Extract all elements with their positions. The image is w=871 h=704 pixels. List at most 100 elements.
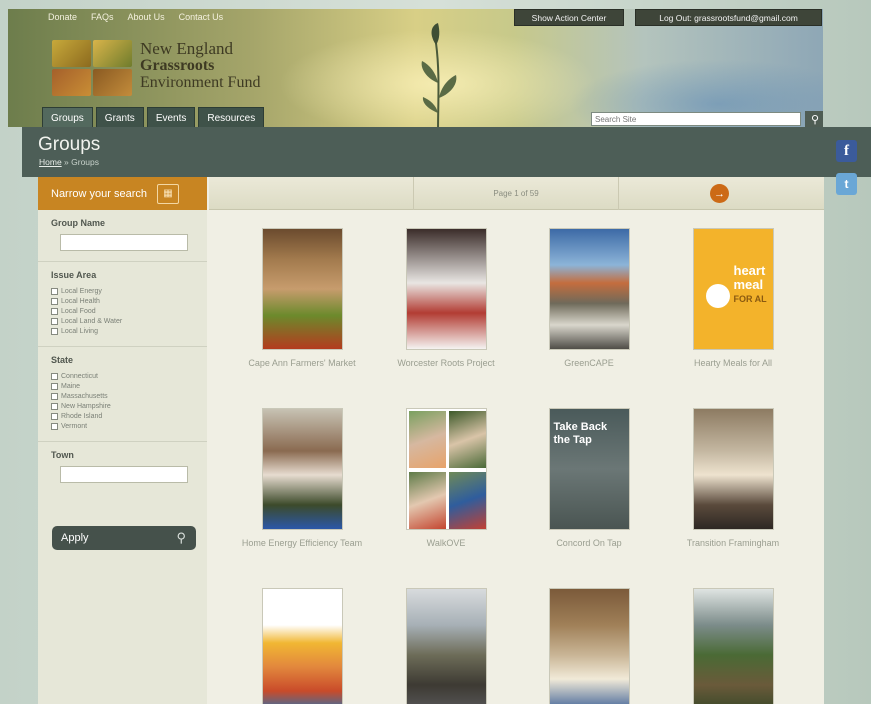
state-option-label: Rhode Island [61, 412, 103, 420]
tab-resources[interactable]: Resources [198, 107, 265, 127]
checkbox[interactable] [51, 392, 58, 400]
breadcrumb-home-link[interactable]: Home [39, 157, 62, 167]
group-caption[interactable]: Worcester Roots Project [381, 354, 511, 372]
group-card[interactable] [381, 588, 511, 704]
group-card[interactable]: Take Back the Tap Concord On Tap [524, 408, 654, 552]
breadcrumb-separator: » [61, 157, 72, 167]
pagination-bar: Page 1 of 59 → [209, 177, 824, 210]
tap-thumb-text: Take Back the Tap [554, 421, 608, 447]
state-option[interactable]: Rhode Island [51, 411, 195, 421]
checkbox[interactable] [51, 372, 58, 380]
tab-grants[interactable]: Grants [95, 107, 144, 127]
hearty-line-2: meal [733, 277, 764, 292]
group-thumbnail[interactable] [405, 588, 487, 704]
plant-graphic [421, 23, 457, 127]
group-thumbnail[interactable] [405, 228, 487, 350]
group-thumbnail[interactable] [692, 588, 774, 704]
faqs-link[interactable]: FAQs [91, 12, 114, 22]
apply-button[interactable]: Apply ⚲ [52, 526, 196, 550]
checkbox[interactable] [51, 422, 58, 430]
group-caption[interactable]: Cape Ann Farmers' Market [237, 354, 367, 372]
group-thumbnail[interactable]: heart meal FOR AL [692, 228, 774, 350]
group-caption[interactable]: Concord On Tap [524, 534, 654, 552]
group-card[interactable] [524, 588, 654, 704]
issue-option-label: Local Land & Water [61, 317, 123, 325]
issue-option[interactable]: Local Energy [51, 286, 195, 296]
issue-option-label: Local Health [61, 297, 100, 305]
issue-option[interactable]: Local Land & Water [51, 316, 195, 326]
issue-option[interactable]: Local Food [51, 306, 195, 316]
logout-button[interactable]: Log Out: grassrootsfund@gmail.com [635, 9, 822, 26]
group-thumbnail[interactable] [548, 588, 630, 704]
show-action-center-button[interactable]: Show Action Center [514, 9, 624, 26]
checkbox[interactable] [51, 287, 58, 295]
apply-label: Apply [61, 532, 89, 544]
state-option-label: Maine [61, 382, 81, 390]
group-caption[interactable]: WalkOVE [381, 534, 511, 552]
town-filter: Town [38, 442, 207, 493]
group-card[interactable] [668, 588, 798, 704]
group-card[interactable]: Transition Framingham [668, 408, 798, 552]
checkbox[interactable] [51, 297, 58, 305]
group-card[interactable]: heart meal FOR AL Hearty Meals for All [668, 228, 798, 372]
checkbox[interactable] [51, 307, 58, 315]
next-page-icon[interactable]: → [710, 184, 729, 203]
twitter-icon[interactable]: t [836, 173, 857, 195]
magnifier-icon: ⚲ [176, 530, 186, 545]
group-thumbnail[interactable] [261, 588, 343, 704]
tab-groups[interactable]: Groups [42, 107, 93, 127]
contact-us-link[interactable]: Contact Us [179, 12, 224, 22]
group-card[interactable]: Home Energy Efficiency Team [237, 408, 367, 552]
hearty-line-3: FOR AL [733, 294, 767, 304]
group-caption[interactable]: GreenCAPE [524, 354, 654, 372]
issue-option-label: Local Living [61, 327, 98, 335]
state-option[interactable]: Vermont [51, 421, 195, 431]
group-thumbnail[interactable] [261, 408, 343, 530]
about-us-link[interactable]: About Us [128, 12, 165, 22]
group-thumbnail[interactable] [405, 408, 487, 530]
logo-line-2: Grassroots [140, 57, 215, 74]
pager-info: Page 1 of 59 [414, 177, 619, 210]
group-caption[interactable]: Transition Framingham [668, 534, 798, 552]
state-option[interactable]: New Hampshire [51, 401, 195, 411]
group-card[interactable]: Cape Ann Farmers' Market [237, 228, 367, 372]
group-caption[interactable]: Home Energy Efficiency Team [237, 534, 367, 552]
group-card[interactable]: Worcester Roots Project [381, 228, 511, 372]
issue-option-label: Local Food [61, 307, 96, 315]
group-card[interactable]: GreenCAPE [524, 228, 654, 372]
group-thumbnail[interactable]: Take Back the Tap [548, 408, 630, 530]
page-title: Groups [38, 134, 101, 155]
issue-option[interactable]: Local Living [51, 326, 195, 336]
donate-link[interactable]: Donate [48, 12, 77, 22]
site-logo[interactable]: New England Grassroots Environment Fund [52, 40, 260, 96]
site-search: ⚲ [591, 111, 823, 127]
group-name-input[interactable] [60, 234, 188, 251]
group-name-label: Group Name [51, 218, 106, 228]
group-card[interactable]: WalkOVE [381, 408, 511, 552]
checkbox[interactable] [51, 402, 58, 410]
group-caption[interactable]: Hearty Meals for All [668, 354, 798, 372]
state-option-label: Vermont [61, 422, 88, 430]
checkbox[interactable] [51, 382, 58, 390]
group-thumbnail[interactable] [548, 228, 630, 350]
state-option[interactable]: Connecticut [51, 371, 195, 381]
tab-events[interactable]: Events [146, 107, 196, 127]
heart-icon [705, 284, 730, 308]
facebook-icon[interactable]: f [836, 140, 857, 162]
checkbox[interactable] [51, 327, 58, 335]
group-thumbnail[interactable] [261, 228, 343, 350]
logo-line-1: New England [140, 39, 234, 58]
issue-option[interactable]: Local Health [51, 296, 195, 306]
search-input[interactable] [591, 112, 801, 126]
checkbox[interactable] [51, 412, 58, 420]
group-thumbnail[interactable] [692, 408, 774, 530]
state-option[interactable]: Maine [51, 381, 195, 391]
issue-option-label: Local Energy [61, 287, 102, 295]
group-card[interactable] [237, 588, 367, 704]
search-icon: ⚲ [810, 113, 820, 126]
checkbox[interactable] [51, 317, 58, 325]
search-button[interactable]: ⚲ [805, 111, 823, 127]
state-option[interactable]: Massachusetts [51, 391, 195, 401]
state-option-label: Massachusetts [61, 392, 108, 400]
town-input[interactable] [60, 466, 188, 483]
